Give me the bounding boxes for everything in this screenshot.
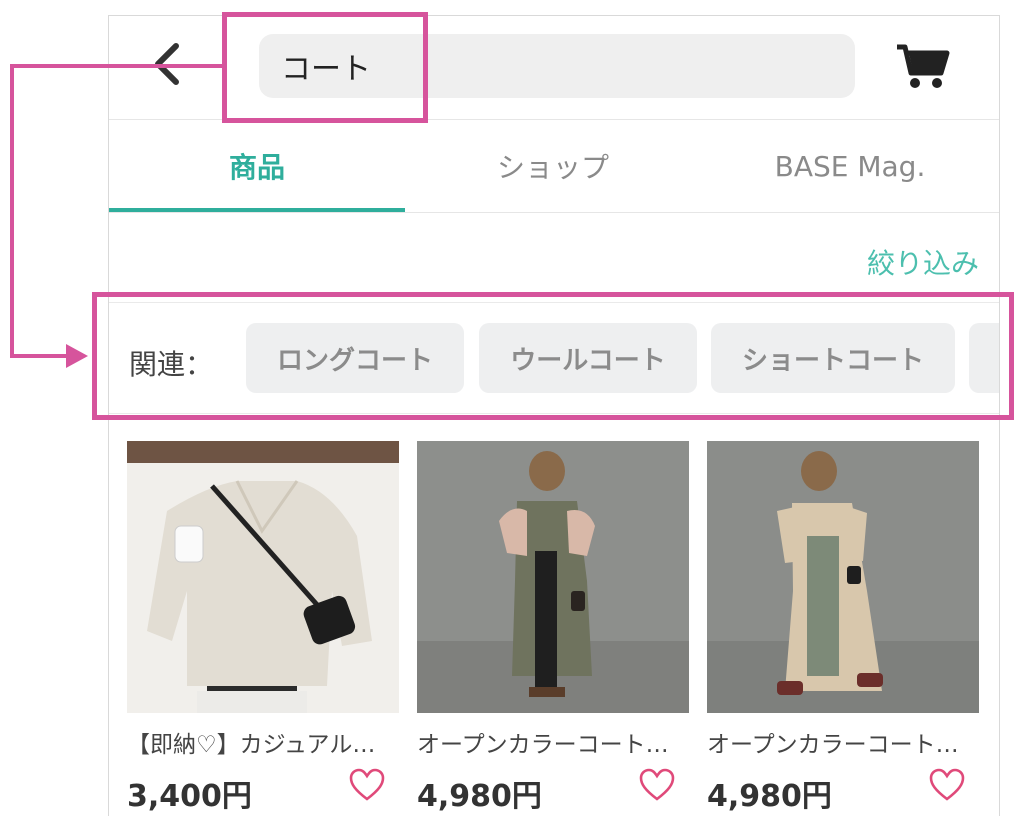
product-photo-long-coat-beige (707, 441, 979, 713)
product-card[interactable]: オープンカラーコート… 4,980円 (417, 441, 689, 815)
filter-link[interactable]: 絞り込み (867, 242, 979, 282)
product-card[interactable]: オープンカラーコート… 4,980円 (707, 441, 979, 815)
product-card[interactable]: 【即納♡】カジュアル… 3,400円 (127, 441, 399, 815)
product-title: オープンカラーコート… (707, 732, 959, 758)
heart-icon[interactable] (349, 768, 385, 802)
tab-bar: 商品 ショップ BASE Mag. (109, 120, 999, 213)
product-photo-knit-cardigan (127, 441, 399, 713)
tab-base-mag[interactable]: BASE Mag. (701, 120, 999, 212)
heart-icon[interactable] (929, 768, 965, 802)
tab-products[interactable]: 商品 (109, 120, 405, 212)
product-title: 【即納♡】カジュアル… (127, 732, 376, 758)
active-tab-indicator (109, 208, 405, 212)
product-image[interactable] (127, 441, 399, 713)
product-title: オープンカラーコート… (417, 732, 669, 758)
cart-icon (897, 44, 950, 88)
heart-icon[interactable] (639, 768, 675, 802)
cart-button[interactable] (893, 38, 953, 94)
product-photo-long-coat-green (417, 441, 689, 713)
annotation-highlight-search (222, 12, 428, 123)
product-image[interactable] (707, 441, 979, 713)
back-arrow-icon (155, 43, 179, 85)
tab-shops[interactable]: ショップ (405, 120, 701, 212)
product-image[interactable] (417, 441, 689, 713)
annotation-highlight-related (92, 292, 1014, 420)
back-button[interactable] (145, 42, 189, 86)
